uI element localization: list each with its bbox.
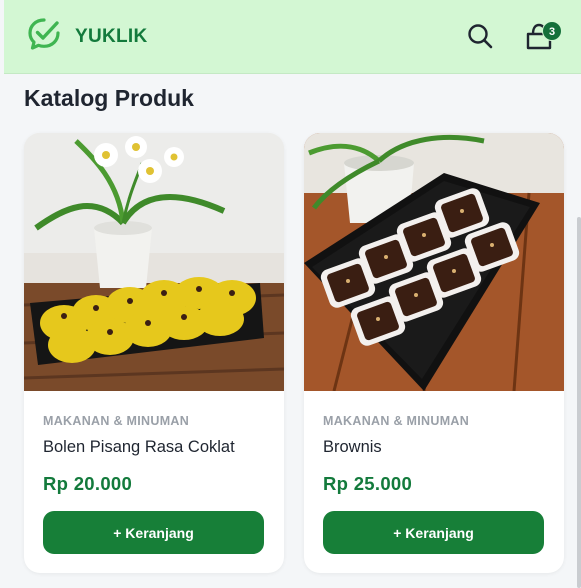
product-image-bolen[interactable] [24,133,284,391]
product-name[interactable]: Bolen Pisang Rasa Coklat [43,438,235,457]
product-price: Rp 20.000 [43,473,133,494]
scrollbar[interactable] [577,217,581,588]
search-icon[interactable] [466,22,494,50]
brand-name[interactable]: YUKLIK [75,26,148,48]
logo-icon[interactable] [26,16,62,52]
product-category: MAKANAN & MINUMAN [323,414,470,428]
product-name[interactable]: Brownis [323,438,382,457]
product-card[interactable]: MAKANAN & MINUMAN Bolen Pisang Rasa Cokl… [24,133,284,573]
add-to-cart-button[interactable]: + Keranjang [323,511,544,554]
product-card[interactable]: MAKANAN & MINUMAN Brownis Rp 25.000 + Ke… [304,133,564,573]
product-image-brownis[interactable] [304,133,564,391]
cart-count-badge: 3 [542,21,562,41]
page-title: Katalog Produk [24,85,194,111]
product-price: Rp 25.000 [323,473,413,494]
product-category: MAKANAN & MINUMAN [43,414,190,428]
app-header: YUKLIK [4,0,581,74]
add-to-cart-button[interactable]: + Keranjang [43,511,264,554]
